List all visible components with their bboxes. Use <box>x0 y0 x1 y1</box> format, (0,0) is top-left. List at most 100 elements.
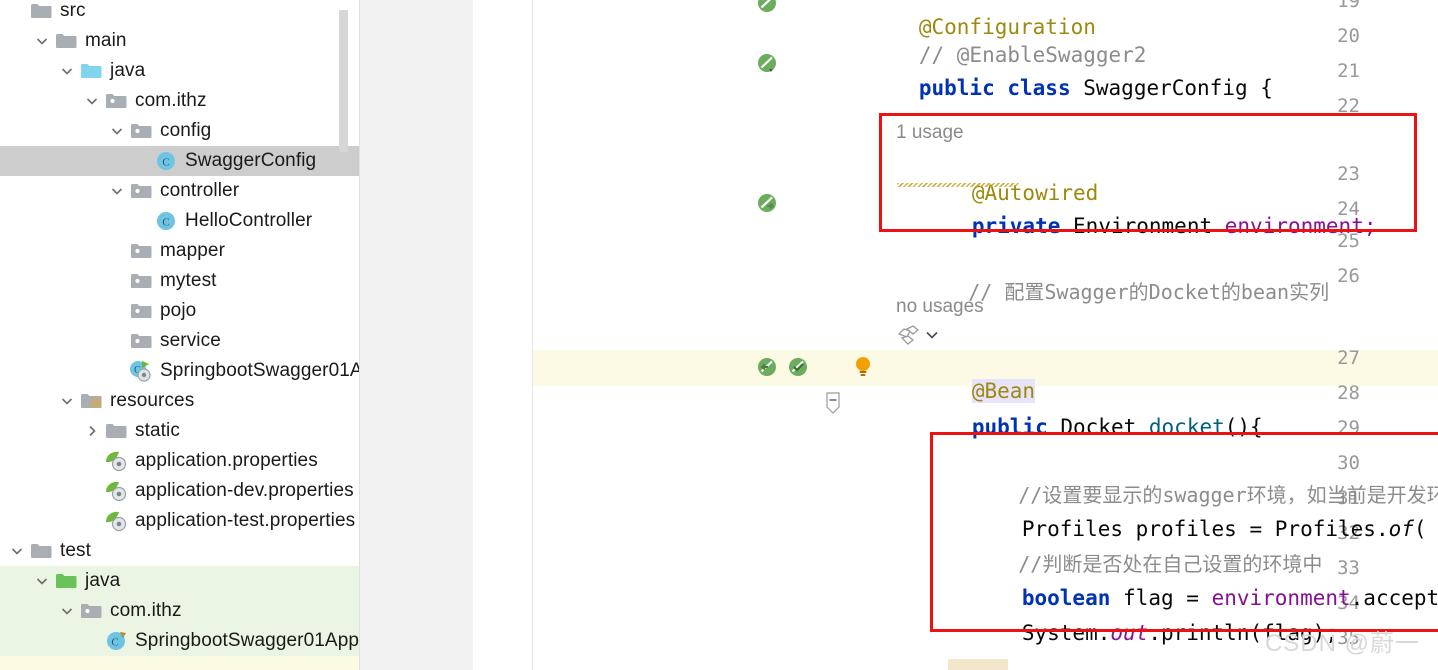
tree-item-pojo[interactable]: pojo <box>0 296 360 326</box>
class-java-icon: C <box>153 150 179 172</box>
code-fold-marker[interactable] <box>824 392 840 414</box>
editor-gutter[interactable] <box>360 0 474 670</box>
spring-autowired-gutter-icon[interactable] <box>756 356 778 378</box>
class-java-icon: C <box>153 210 179 232</box>
tree-item-controller[interactable]: controller <box>0 176 360 206</box>
tree-item-label: controller <box>160 180 240 201</box>
tree-item-clipped[interactable] <box>0 656 360 670</box>
code-class-name: SwaggerConfig <box>1083 76 1248 100</box>
tree-item-label: application.properties <box>135 450 318 471</box>
chevron-down-icon[interactable] <box>31 574 53 588</box>
chevron-down-icon[interactable] <box>106 184 128 198</box>
tree-item-springbootswagger01app[interactable]: C SpringbootSwagger01App <box>0 626 360 656</box>
line-number[interactable]: 21 <box>1320 61 1360 81</box>
line-number[interactable]: 29 <box>1320 418 1360 438</box>
chevron-down-icon[interactable] <box>56 394 78 408</box>
chevron-down-icon[interactable] <box>6 544 28 558</box>
line-number[interactable]: 23 <box>1320 164 1360 184</box>
code-editor[interactable]: 19 20 21 22 23 24 25 26 27 28 29 30 31 32 33 34 35 <box>360 0 1438 670</box>
chevron-down-icon[interactable] <box>56 604 78 618</box>
line-number[interactable]: 20 <box>1320 26 1360 46</box>
code-keyword-private: private <box>971 214 1061 238</box>
tree-item-application-test-properties[interactable]: application-test.properties <box>0 506 360 536</box>
tree-item-src[interactable]: src <box>0 0 360 26</box>
tree-item-config[interactable]: config <box>0 116 360 146</box>
tree-item-label: application-test.properties <box>135 510 356 531</box>
spring-bean-gutter-icon[interactable] <box>756 52 778 74</box>
line-number[interactable]: 22 <box>1320 96 1360 116</box>
spring-props-icon <box>103 510 129 532</box>
tree-item-label: java <box>110 60 146 81</box>
spring-bean-gutter-icon[interactable] <box>756 0 778 14</box>
code-type-docket: Docket <box>1060 415 1137 439</box>
spring-bean-check-gutter-icon[interactable] <box>787 356 809 378</box>
chevron-right-icon[interactable] <box>81 424 103 438</box>
spring-bean-inline-icon[interactable] <box>896 324 922 351</box>
folder-blue-icon <box>78 62 104 80</box>
tree-item-label: src <box>60 0 86 21</box>
tree-item-com-ithz[interactable]: com.ithz <box>0 86 360 116</box>
chevron-down-icon[interactable] <box>924 328 940 347</box>
tree-item-label: mytest <box>160 270 217 291</box>
folder-package-icon <box>128 332 154 350</box>
tree-item-springbootswagger01app[interactable]: C SpringbootSwagger01App <box>0 356 360 386</box>
svg-text:C: C <box>162 217 169 229</box>
tree-item-swaggerconfig[interactable]: C SwaggerConfig <box>0 146 360 176</box>
svg-text:C: C <box>162 157 169 169</box>
tree-item-label: resources <box>110 390 195 411</box>
usage-hint-one[interactable]: 1 usage <box>896 122 964 144</box>
chevron-down-icon[interactable] <box>106 124 128 138</box>
folder-package-icon <box>128 302 154 320</box>
folder-package-icon <box>128 122 154 140</box>
code-comment-docket-bean: // 配置Swagger的Docket的bean实列 <box>968 280 1330 304</box>
tree-item-label: application-dev.properties <box>135 480 354 501</box>
code-call-acceptsprofiles: .acceptsProfiles(profiles); <box>1350 586 1438 610</box>
code-method-docket: docket <box>1148 415 1225 439</box>
intention-bulb-icon[interactable] <box>854 355 872 379</box>
tree-item-resources[interactable]: resources <box>0 386 360 416</box>
tree-item-label: test <box>60 540 92 561</box>
tree-item-mapper[interactable]: mapper <box>0 236 360 266</box>
tree-item-main[interactable]: main <box>0 26 360 56</box>
tree-item-java[interactable]: java <box>0 56 360 86</box>
folder-resources-icon <box>78 392 104 410</box>
tree-item-label: HelloController <box>185 210 313 231</box>
code-method-of: of <box>1388 517 1414 541</box>
code-semicolon: ; <box>1363 214 1377 238</box>
code-brace-open: { <box>1260 76 1273 100</box>
chevron-down-icon[interactable] <box>81 94 103 108</box>
code-field-environment: environment <box>1224 214 1364 238</box>
tree-item-test[interactable]: test <box>0 536 360 566</box>
sidebar-vertical-scrollbar[interactable] <box>339 10 348 152</box>
folder-package-icon <box>78 602 104 620</box>
tree-item-java[interactable]: java <box>0 566 360 596</box>
line-number[interactable]: 27 <box>1320 348 1360 368</box>
tree-item-label: config <box>160 120 212 141</box>
tree-item-application-properties[interactable]: application.properties <box>0 446 360 476</box>
code-keyword-public: public <box>918 76 995 100</box>
svg-text:C: C <box>111 637 118 649</box>
folder-gray-icon <box>53 32 79 50</box>
code-class-system: System. <box>1021 621 1111 645</box>
tree-item-label: SwaggerConfig <box>185 150 317 171</box>
tree-item-label: static <box>135 420 180 441</box>
tree-item-service[interactable]: service <box>0 326 360 356</box>
tree-item-static[interactable]: static <box>0 416 360 446</box>
chevron-down-icon[interactable] <box>31 34 53 48</box>
chevron-down-icon[interactable] <box>56 64 78 78</box>
tree-item-label: com.ithz <box>110 600 182 621</box>
folder-gray-icon <box>103 422 129 440</box>
spring-autowired-gutter-icon[interactable] <box>756 192 778 214</box>
project-tree-panel[interactable]: src main java com.ithz config C SwaggerConfig c… <box>0 0 360 670</box>
code-keyword-public-2: public <box>971 415 1048 439</box>
tree-item-mytest[interactable]: mytest <box>0 266 360 296</box>
line-number[interactable]: 19 <box>1320 0 1360 11</box>
editor-left-border <box>532 0 533 670</box>
code-paren-open: ( <box>1413 517 1427 541</box>
tree-item-application-dev-properties[interactable]: application-dev.properties <box>0 476 360 506</box>
tree-item-com-ithz[interactable]: com.ithz <box>0 596 360 626</box>
usage-hint-none[interactable]: no usages <box>896 296 984 318</box>
clipped-annotation-highlight <box>948 659 1008 670</box>
line-number[interactable]: 28 <box>1320 383 1360 403</box>
tree-item-hellocontroller[interactable]: C HelloController <box>0 206 360 236</box>
